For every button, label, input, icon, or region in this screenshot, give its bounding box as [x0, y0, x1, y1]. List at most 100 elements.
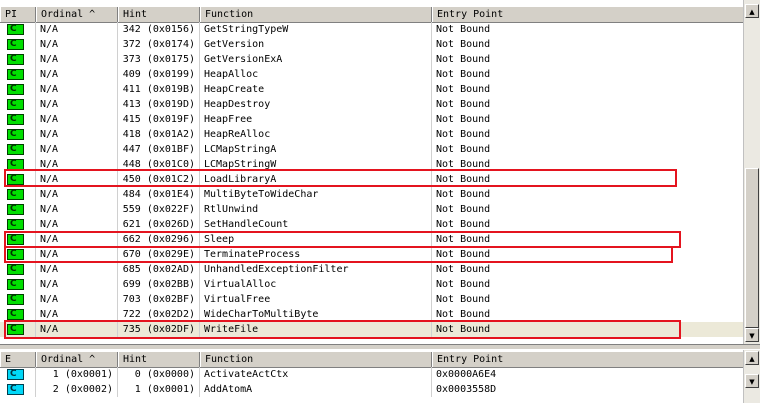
entry-point-cell: Not Bound	[432, 172, 744, 187]
ordinal-cell: N/A	[36, 37, 118, 52]
function-cell: LCMapStringA	[200, 142, 432, 157]
entry-point-cell: Not Bound	[432, 277, 744, 292]
c-module-icon: C	[7, 189, 24, 200]
function-cell: GetStringTypeW	[200, 22, 432, 37]
c-module-icon: C	[7, 129, 24, 140]
function-cell: HeapDestroy	[200, 97, 432, 112]
scroll-thumb[interactable]	[745, 168, 759, 328]
table-row[interactable]: C N/A 448 (0x01C0) LCMapStringW Not Bound	[0, 157, 744, 172]
table-row[interactable]: C N/A 372 (0x0174) GetVersion Not Bound	[0, 37, 744, 52]
col-header-e[interactable]: E	[0, 352, 36, 367]
ordinal-cell: N/A	[36, 262, 118, 277]
entry-point-cell: 0x0003558D	[432, 382, 744, 397]
c-module-icon: C	[7, 39, 24, 50]
c-module-icon: C	[7, 84, 24, 95]
status-cell: C	[0, 22, 36, 37]
imports-list[interactable]: PI Ordinal ^ Hint Function Entry Point C…	[0, 0, 760, 344]
table-row[interactable]: C N/A 415 (0x019F) HeapFree Not Bound	[0, 112, 744, 127]
function-cell: Sleep	[200, 232, 432, 247]
exports-list[interactable]: E Ordinal ^ Hint Function Entry Point C 1…	[0, 350, 760, 403]
hint-cell: 662 (0x0296)	[118, 232, 200, 247]
hint-cell: 450 (0x01C2)	[118, 172, 200, 187]
col-header-pi[interactable]: PI	[0, 7, 36, 22]
table-row[interactable]: C N/A 342 (0x0156) GetStringTypeW Not Bound	[0, 22, 744, 37]
c-module-icon: C	[7, 54, 24, 65]
status-cell: C	[0, 97, 36, 112]
ordinal-cell: N/A	[36, 172, 118, 187]
ordinal-cell: N/A	[36, 292, 118, 307]
c-module-icon: C	[7, 234, 24, 245]
table-row[interactable]: C N/A 411 (0x019B) HeapCreate Not Bound	[0, 82, 744, 97]
function-cell: HeapFree	[200, 112, 432, 127]
table-row[interactable]: C N/A 447 (0x01BF) LCMapStringA Not Bound	[0, 142, 744, 157]
col-header-entry-point[interactable]: Entry Point	[432, 7, 744, 22]
function-cell: WideCharToMultiByte	[200, 307, 432, 322]
table-row[interactable]: C N/A 409 (0x0199) HeapAlloc Not Bound	[0, 67, 744, 82]
table-row[interactable]: C 1 (0x0001) 0 (0x0000) ActivateActCtx 0x000…	[0, 367, 744, 382]
scroll-down-icon[interactable]: ▼	[745, 328, 759, 342]
c-module-icon: C	[7, 294, 24, 305]
status-cell: C	[0, 142, 36, 157]
table-row[interactable]: C N/A 699 (0x02BB) VirtualAlloc Not Bound	[0, 277, 744, 292]
col-header-function[interactable]: Function	[200, 7, 432, 22]
ordinal-cell: N/A	[36, 82, 118, 97]
status-cell: C	[0, 112, 36, 127]
status-cell: C	[0, 172, 36, 187]
table-row[interactable]: C N/A 685 (0x02AD) UnhandledExceptionFilter…	[0, 262, 744, 277]
hint-cell: 411 (0x019B)	[118, 82, 200, 97]
c-module-icon: C	[7, 174, 24, 185]
function-cell: HeapAlloc	[200, 67, 432, 82]
entry-point-cell: Not Bound	[432, 127, 744, 142]
status-cell: C	[0, 277, 36, 292]
col-header-entry-point[interactable]: Entry Point	[432, 352, 744, 367]
c-module-icon: C	[7, 384, 24, 395]
table-row[interactable]: C N/A 559 (0x022F) RtlUnwind Not Bound	[0, 202, 744, 217]
hint-cell: 415 (0x019F)	[118, 112, 200, 127]
table-row[interactable]: C N/A 735 (0x02DF) WriteFile Not Bound	[0, 322, 744, 337]
scroll-up-icon[interactable]: ▲	[745, 351, 759, 365]
entry-point-cell: Not Bound	[432, 112, 744, 127]
col-header-ordinal[interactable]: Ordinal ^	[36, 352, 118, 367]
ordinal-cell: N/A	[36, 187, 118, 202]
col-header-ordinal[interactable]: Ordinal ^	[36, 7, 118, 22]
table-row[interactable]: C N/A 662 (0x0296) Sleep Not Bound	[0, 232, 744, 247]
imports-rows: C N/A 342 (0x0156) GetStringTypeW Not Bound C…	[0, 22, 744, 337]
ordinal-cell: N/A	[36, 232, 118, 247]
table-row[interactable]: C N/A 413 (0x019D) HeapDestroy Not Bound	[0, 97, 744, 112]
imports-header: PI Ordinal ^ Hint Function Entry Point	[0, 6, 744, 23]
table-row[interactable]: C N/A 373 (0x0175) GetVersionExA Not Bound	[0, 52, 744, 67]
entry-point-cell: Not Bound	[432, 322, 744, 337]
table-row[interactable]: C N/A 484 (0x01E4) MultiByteToWideChar Not B…	[0, 187, 744, 202]
scroll-up-icon[interactable]: ▲	[745, 4, 759, 18]
status-cell: C	[0, 202, 36, 217]
hint-cell: 0 (0x0000)	[118, 367, 200, 382]
col-header-function[interactable]: Function	[200, 352, 432, 367]
exports-vertical-scrollbar[interactable]: ▲ ▼	[743, 350, 760, 403]
status-cell: C	[0, 157, 36, 172]
entry-point-cell: Not Bound	[432, 247, 744, 262]
table-row[interactable]: C N/A 722 (0x02D2) WideCharToMultiByte Not B…	[0, 307, 744, 322]
imports-vertical-scrollbar[interactable]: ▲ ▼	[743, 0, 760, 344]
col-header-hint[interactable]: Hint	[118, 7, 200, 22]
table-row[interactable]: C N/A 670 (0x029E) TerminateProcess Not Boun…	[0, 247, 744, 262]
status-cell: C	[0, 262, 36, 277]
status-cell: C	[0, 67, 36, 82]
table-row[interactable]: C N/A 418 (0x01A2) HeapReAlloc Not Bound	[0, 127, 744, 142]
ordinal-cell: N/A	[36, 142, 118, 157]
table-row[interactable]: C N/A 703 (0x02BF) VirtualFree Not Bound	[0, 292, 744, 307]
status-cell: C	[0, 232, 36, 247]
hint-cell: 1 (0x0001)	[118, 382, 200, 397]
status-cell: C	[0, 82, 36, 97]
table-row[interactable]: C N/A 621 (0x026D) SetHandleCount Not Bound	[0, 217, 744, 232]
function-cell: WriteFile	[200, 322, 432, 337]
table-row[interactable]: C 2 (0x0002) 1 (0x0001) AddAtomA 0x0003558D	[0, 382, 744, 397]
function-cell: HeapCreate	[200, 82, 432, 97]
function-cell: HeapReAlloc	[200, 127, 432, 142]
col-header-hint[interactable]: Hint	[118, 352, 200, 367]
scroll-down-icon[interactable]: ▼	[745, 374, 759, 388]
c-module-icon: C	[7, 219, 24, 230]
table-row[interactable]: C N/A 450 (0x01C2) LoadLibraryA Not Bound	[0, 172, 744, 187]
hint-cell: 418 (0x01A2)	[118, 127, 200, 142]
entry-point-cell: Not Bound	[432, 82, 744, 97]
ordinal-cell: N/A	[36, 202, 118, 217]
